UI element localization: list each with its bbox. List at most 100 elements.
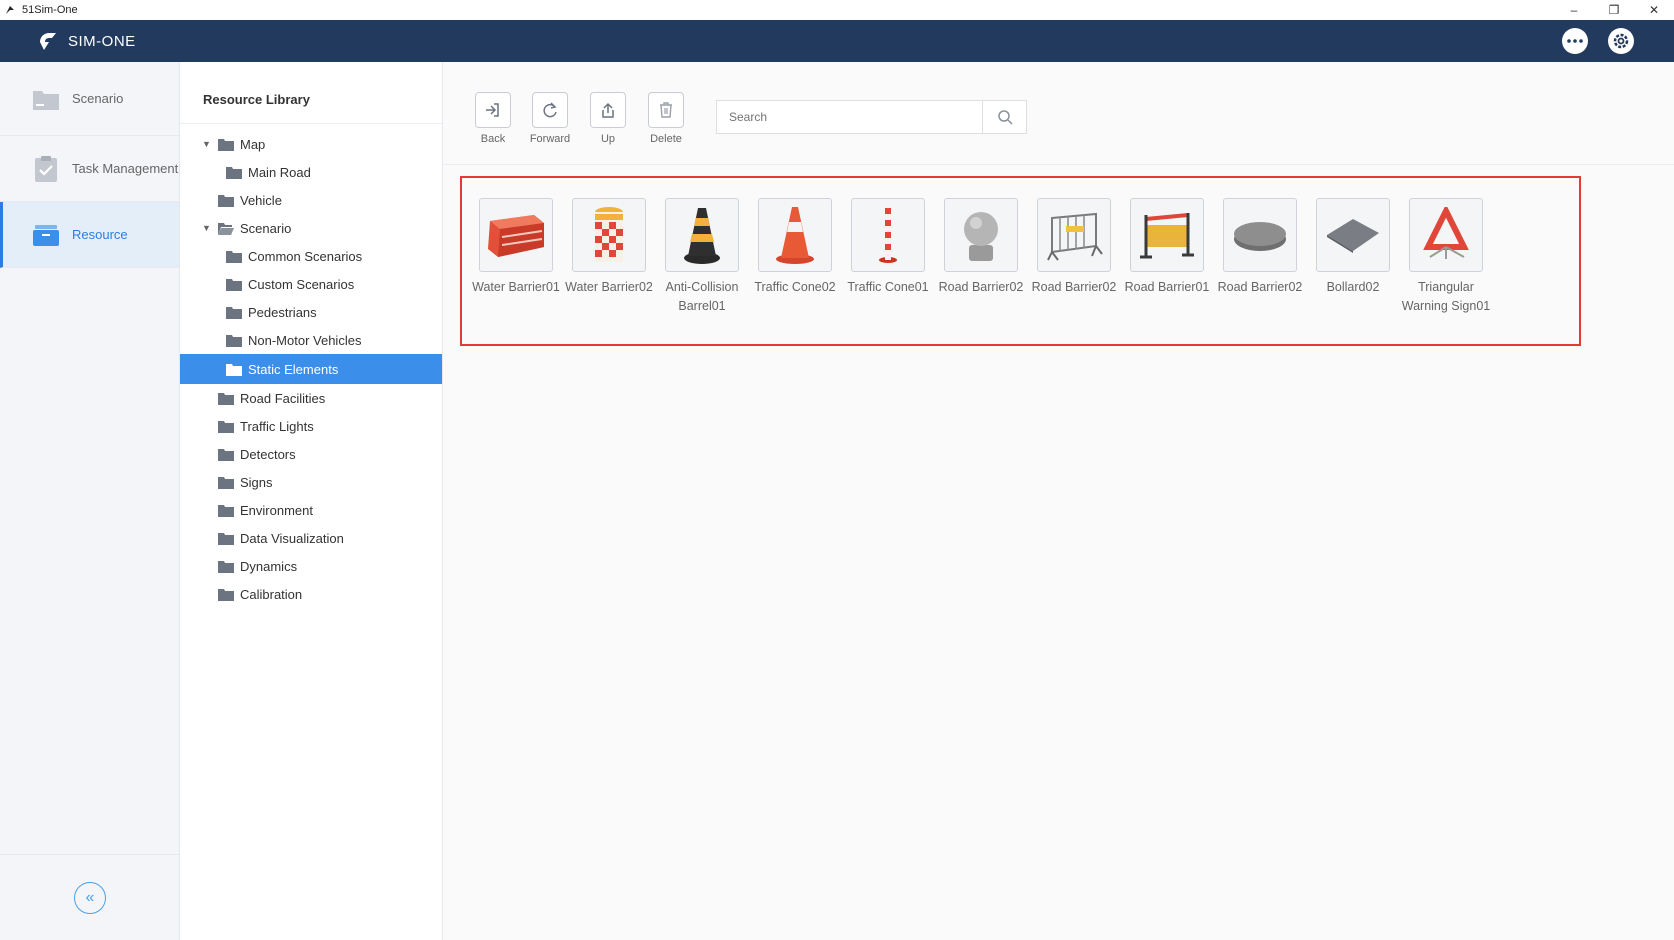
asset-label: Triangular Warning Sign01 — [1401, 280, 1491, 313]
asset-road-barrier01[interactable]: Road Barrier01 — [1121, 198, 1213, 297]
anti-collision-barrel-icon — [665, 198, 739, 272]
search-button[interactable] — [982, 101, 1026, 133]
tree-item-label: Scenario — [240, 220, 292, 236]
search-input[interactable] — [717, 101, 982, 133]
tree-item-data-visualization[interactable]: Data Visualization — [180, 524, 442, 552]
asset-label: Traffic Cone01 — [847, 280, 929, 294]
sim-one-logo-icon — [40, 33, 56, 50]
caret-down-icon[interactable]: ▼ — [202, 223, 212, 233]
asset-label: Water Barrier01 — [472, 280, 560, 294]
more-button[interactable] — [1562, 28, 1588, 54]
back-button[interactable]: Back — [463, 92, 523, 145]
tree-item-common-scenarios[interactable]: Common Scenarios — [180, 242, 442, 270]
warning-triangle-icon — [1409, 198, 1483, 272]
asset-road-barrier02-a[interactable]: Road Barrier02 — [935, 198, 1027, 297]
tree-item-main-road[interactable]: Main Road — [180, 158, 442, 186]
tree-item-signs[interactable]: Signs — [180, 468, 442, 496]
tree-item-label: Dynamics — [240, 558, 298, 574]
traffic-post-icon — [851, 198, 925, 272]
tree-item-dynamics[interactable]: Dynamics — [180, 552, 442, 580]
asset-label: Road Barrier02 — [1031, 280, 1117, 294]
fence-yellow-icon — [1130, 198, 1204, 272]
tree-item-pedestrians[interactable]: Pedestrians — [180, 298, 442, 326]
up-button[interactable]: Up — [578, 92, 638, 145]
tree-item-detectors[interactable]: Detectors — [180, 440, 442, 468]
settings-button[interactable] — [1608, 28, 1634, 54]
tree-item-label: Map — [240, 136, 266, 152]
tree-item-label: Detectors — [240, 446, 296, 462]
asset-label: Road Barrier01 — [1124, 280, 1210, 294]
tree-item-custom-scenarios[interactable]: Custom Scenarios — [180, 270, 442, 298]
nav-item-task-management[interactable]: Task Management — [0, 136, 179, 202]
tree-item-environment[interactable]: Environment — [180, 496, 442, 524]
tree-item-scenario[interactable]: ▼ Scenario — [180, 214, 442, 242]
tree-item-label: Data Visualization — [240, 530, 344, 546]
tree-item-label: Road Facilities — [240, 390, 326, 406]
close-button[interactable]: ✕ — [1634, 0, 1674, 20]
tree-item-map[interactable]: ▼ Map — [180, 130, 442, 158]
search-box — [716, 100, 1027, 134]
upload-icon — [590, 92, 626, 128]
folder-icon — [218, 138, 234, 151]
main-content: Back Forward Up Delete Search Water Barr… — [443, 62, 1674, 940]
water-barrier-checker-icon — [572, 198, 646, 272]
asset-label: Anti-Collision Barrel01 — [665, 280, 739, 313]
asset-triangular-warning-sign01[interactable]: Triangular Warning Sign01 — [1400, 198, 1492, 316]
caret-down-icon[interactable]: ▼ — [202, 139, 212, 149]
asset-anti-collision-barrel01[interactable]: Anti-Collision Barrel01 — [656, 198, 748, 316]
search-icon — [997, 110, 1013, 125]
up-label: Up — [600, 133, 616, 145]
asset-water-barrier01[interactable]: Water Barrier01 — [470, 198, 562, 297]
nav-item-resource[interactable]: Resource — [0, 202, 179, 268]
water-barrier-red-icon — [479, 198, 553, 272]
folder-icon — [32, 85, 60, 113]
asset-bollard02[interactable]: Bollard02 — [1307, 198, 1399, 297]
forward-button[interactable]: Forward — [520, 92, 580, 145]
nav-item-label: Task Management — [72, 161, 179, 176]
restore-button[interactable]: ❐ — [1594, 0, 1634, 20]
folder-icon — [218, 532, 234, 545]
asset-road-barrier02-c[interactable]: Road Barrier02 — [1214, 198, 1306, 297]
app-name: SIM-ONE — [68, 32, 136, 50]
folder-icon — [226, 166, 242, 179]
folder-icon — [226, 306, 242, 319]
asset-traffic-cone02[interactable]: Traffic Cone02 — [749, 198, 841, 297]
collapse-sidebar-button[interactable]: « — [74, 881, 106, 914]
resource-tree: ▼ Map Main Road Vehicle ▼ Scenario Commo… — [180, 124, 442, 608]
tree-item-road-facilities[interactable]: Road Facilities — [180, 384, 442, 412]
asset-label: Bollard02 — [1326, 280, 1380, 294]
delete-button[interactable]: Delete — [636, 92, 696, 145]
folder-icon — [218, 504, 234, 517]
minimize-button[interactable]: – — [1554, 0, 1594, 20]
nav-item-label: Resource — [72, 227, 128, 242]
asset-label: Road Barrier02 — [938, 280, 1024, 294]
nav-footer: « — [0, 854, 180, 940]
tree-item-label: Environment — [240, 502, 313, 518]
tree-item-non-motor-vehicles[interactable]: Non-Motor Vehicles — [180, 326, 442, 354]
app-header: SIM-ONE — [0, 20, 1674, 62]
tree-item-vehicle[interactable]: Vehicle — [180, 186, 442, 214]
app-logo: SIM-ONE — [36, 30, 136, 52]
folder-icon — [218, 476, 234, 489]
resource-tree-panel: Resource Library ▼ Map Main Road Vehicle… — [180, 62, 443, 940]
left-nav: Scenario Task Management Resource « — [0, 62, 180, 940]
asset-label: Water Barrier02 — [565, 280, 653, 294]
tree-item-traffic-lights[interactable]: Traffic Lights — [180, 412, 442, 440]
back-label: Back — [480, 133, 506, 145]
toolbar: Back Forward Up Delete — [443, 62, 1674, 165]
asset-road-barrier02-b[interactable]: Road Barrier02 — [1028, 198, 1120, 297]
asset-label: Road Barrier02 — [1217, 280, 1303, 294]
tree-item-calibration[interactable]: Calibration — [180, 580, 442, 608]
tree-item-label: Main Road — [248, 164, 311, 180]
nav-item-scenario[interactable]: Scenario — [0, 62, 179, 136]
folder-icon — [226, 334, 242, 347]
folder-icon — [226, 363, 242, 376]
tree-item-static-elements[interactable]: Static Elements — [180, 354, 442, 384]
tree-item-label: Calibration — [240, 586, 303, 602]
traffic-cone-icon — [758, 198, 832, 272]
back-icon — [475, 92, 511, 128]
resource-box-icon — [32, 221, 60, 249]
asset-water-barrier02[interactable]: Water Barrier02 — [563, 198, 655, 297]
asset-traffic-cone01[interactable]: Traffic Cone01 — [842, 198, 934, 297]
trash-icon — [648, 92, 684, 128]
